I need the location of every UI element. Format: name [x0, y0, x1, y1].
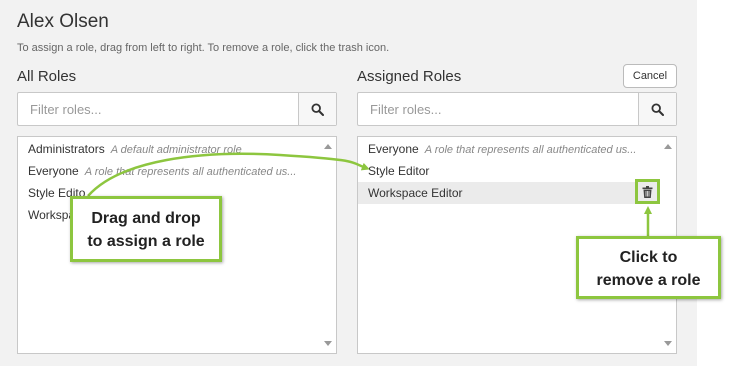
role-description: A role that represents all authenticated…: [424, 144, 637, 156]
remove-role-callout: Click to remove a role: [576, 236, 721, 299]
assigned-roles-filter-input[interactable]: [358, 93, 638, 125]
role-name: Style Editor: [368, 164, 430, 178]
role-name: Everyone: [368, 142, 419, 156]
assigned-roles-heading: Assigned Roles: [357, 68, 462, 85]
all-roles-filter-input[interactable]: [18, 93, 298, 125]
role-item-everyone[interactable]: Everyone A role that represents all authe…: [18, 160, 320, 182]
role-name: Administrators: [28, 142, 105, 156]
role-item-administrators[interactable]: Administrators A default administrator ro…: [18, 138, 320, 160]
assigned-role-style-editor[interactable]: Style Editor: [358, 160, 660, 182]
assigned-role-workspace-editor[interactable]: Workspace Editor: [358, 182, 660, 204]
cancel-button[interactable]: Cancel: [623, 64, 677, 88]
role-description: A default administrator role: [110, 144, 242, 156]
page-title: Alex Olsen: [17, 11, 109, 32]
role-description: A role that represents all authenticated…: [84, 166, 297, 178]
assign-roles-panel: Alex Olsen To assign a role, drag from l…: [0, 0, 697, 366]
all-roles-scrollbar[interactable]: [320, 137, 336, 353]
assigned-roles-filter: [357, 92, 677, 126]
callout-line: remove a role: [596, 272, 701, 289]
assigned-role-everyone[interactable]: Everyone A role that represents all authe…: [358, 138, 660, 160]
callout-line: Drag and drop: [91, 210, 201, 227]
remove-role-button[interactable]: [635, 179, 660, 204]
all-roles-heading: All Roles: [17, 68, 77, 85]
search-icon: [651, 102, 664, 116]
all-roles-filter: [17, 92, 337, 126]
drag-drop-callout: Drag and drop to assign a role: [70, 196, 222, 262]
callout-line: to assign a role: [87, 233, 205, 250]
scroll-up-icon[interactable]: [664, 144, 672, 149]
scroll-down-icon[interactable]: [324, 341, 332, 346]
scroll-down-icon[interactable]: [664, 341, 672, 346]
role-name: Workspace Editor: [368, 186, 463, 200]
role-name: Everyone: [28, 164, 79, 178]
callout-line: Click to: [619, 249, 678, 266]
scroll-up-icon[interactable]: [324, 144, 332, 149]
instructions-text: To assign a role, drag from left to righ…: [17, 42, 390, 54]
all-roles-search-button[interactable]: [298, 93, 336, 125]
assigned-roles-search-button[interactable]: [638, 93, 676, 125]
search-icon: [311, 102, 324, 116]
trash-icon: [642, 185, 653, 198]
